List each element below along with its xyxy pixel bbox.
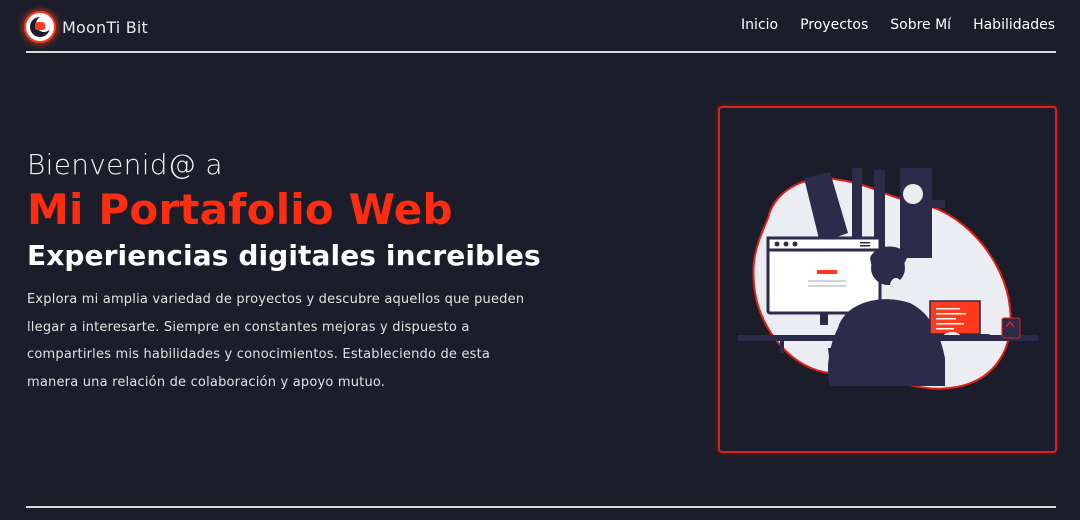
brand[interactable]: MoonTi Bit [24,10,148,44]
nav-link-sobre-mi[interactable]: Sobre Mí [890,17,951,33]
hero-description: Explora mi amplia variedad de proyectos … [27,292,525,390]
brand-name: MoonTi Bit [62,17,149,37]
header-divider [26,51,1056,53]
welcome-heading: Bienvenid@ a [27,148,223,181]
developer-illustration [738,168,1038,390]
hero-title: Mi Portafolio Web [27,185,453,234]
hero-subtitle: Experiencias digitales increibles [27,239,541,273]
nav-menu: Inicio Proyectos Sobre Mí Habilidades [741,17,1055,33]
navbar: MoonTi Bit Inicio Proyectos Sobre Mí Hab… [0,0,1080,52]
moon-logo-icon [24,11,56,43]
footer-divider [26,506,1056,508]
nav-link-habilidades[interactable]: Habilidades [973,17,1055,33]
hero-text: Bienvenid@ a Mi Portafolio Web Experienc… [27,148,547,396]
nav-link-proyectos[interactable]: Proyectos [800,17,868,33]
nav-link-inicio[interactable]: Inicio [741,17,778,33]
hero-illustration-frame [718,106,1057,453]
portfolio-page: MoonTi Bit Inicio Proyectos Sobre Mí Hab… [0,0,1080,520]
